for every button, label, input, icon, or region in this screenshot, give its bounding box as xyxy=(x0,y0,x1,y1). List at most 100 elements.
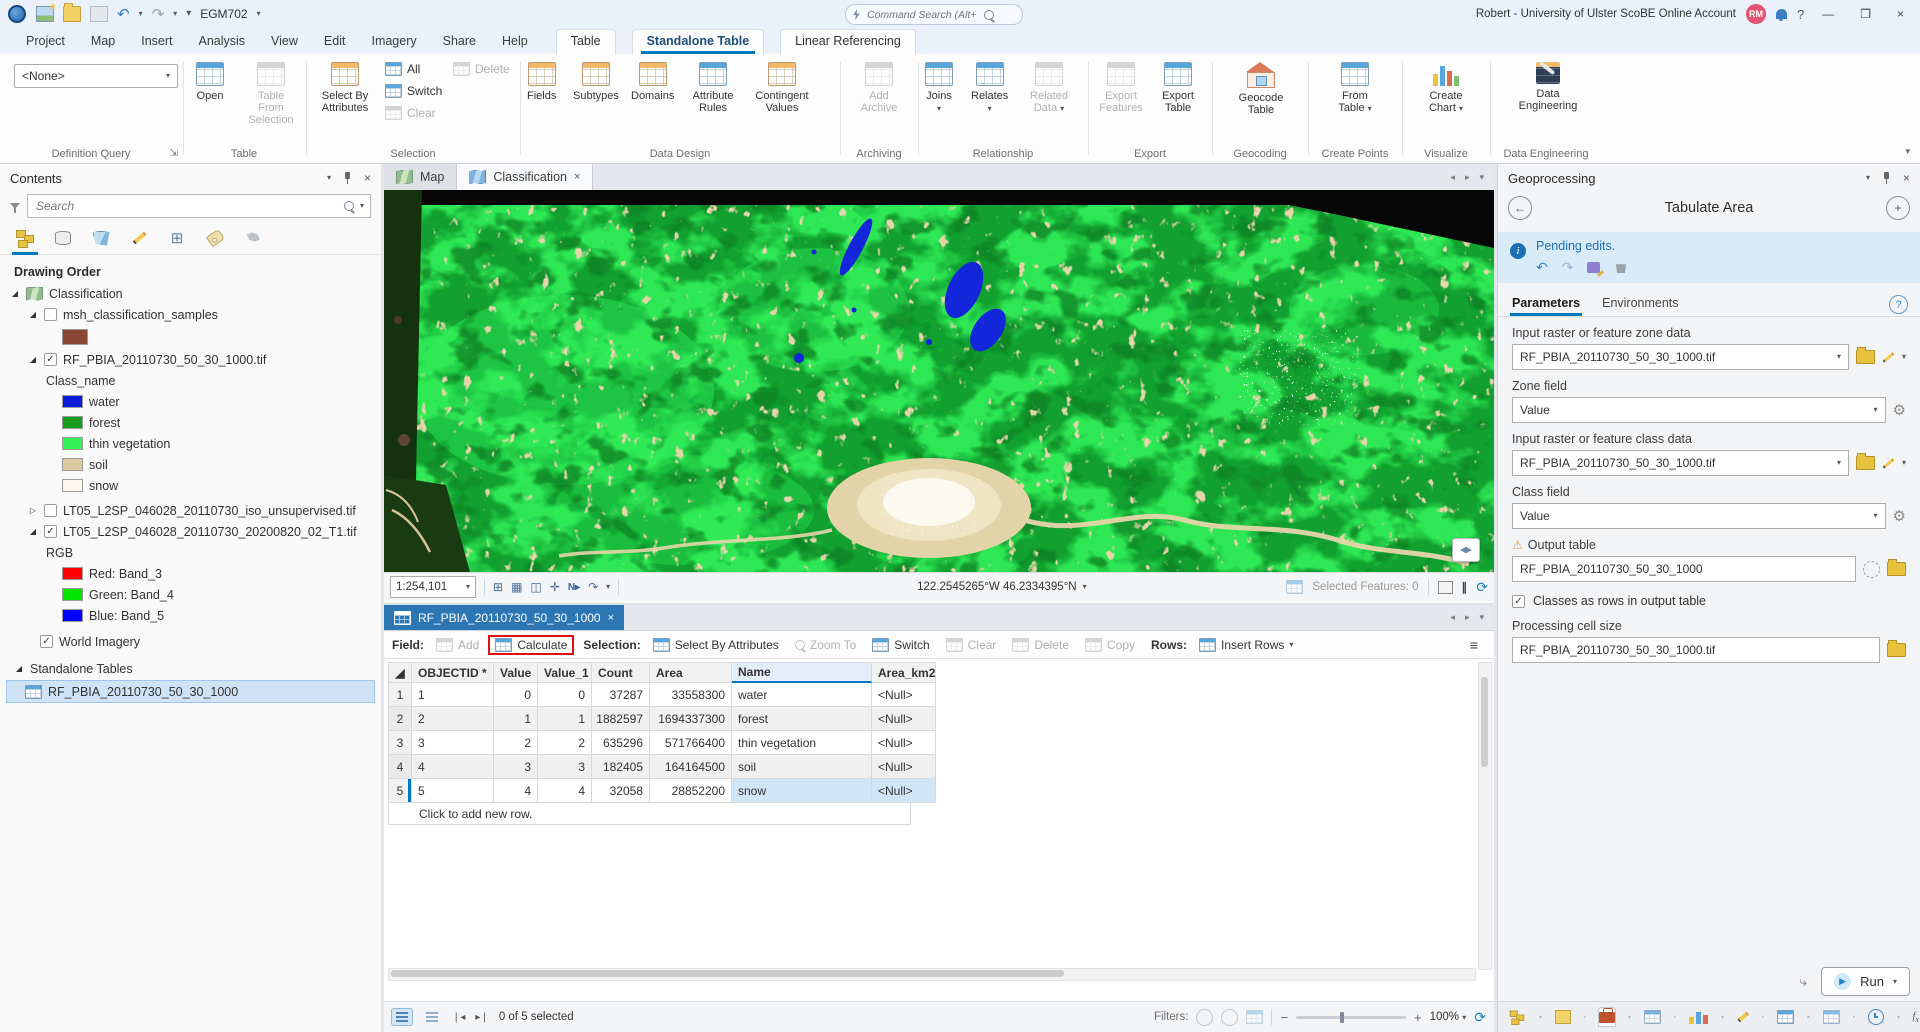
switch-selection-button[interactable]: Switch xyxy=(866,636,935,654)
extent-box-icon[interactable] xyxy=(1437,580,1453,594)
avatar[interactable]: RM xyxy=(1745,4,1766,24)
tab-analysis[interactable]: Analysis xyxy=(187,30,258,54)
contents-menu-icon[interactable]: ▾ xyxy=(327,174,331,182)
table-row[interactable]: 1 1 0 0 37287 33558300 water <Null> xyxy=(388,683,936,707)
export-table-button[interactable]: Export Table xyxy=(1151,60,1205,116)
fields-button[interactable]: Fields xyxy=(523,60,560,104)
scrollbar-thumb[interactable] xyxy=(1480,677,1488,767)
table-row-current[interactable]: 5 5 4 4 32058 28852200 snow <Null> xyxy=(388,779,936,803)
layer-checkbox[interactable]: ✓ xyxy=(44,353,57,366)
list-by-snapping-icon[interactable]: ⊞ xyxy=(166,228,188,248)
edit-vertices-dock-icon[interactable] xyxy=(1736,1008,1749,1026)
layer-checkbox[interactable]: ✓ xyxy=(44,525,57,538)
snap-options-chevron-icon[interactable]: ▾ xyxy=(606,583,610,591)
panel-menu-icon[interactable]: ▾ xyxy=(1866,174,1870,182)
back-icon[interactable]: ← xyxy=(1508,196,1532,220)
fx-dock-icon[interactable]: fx xyxy=(1913,1008,1919,1026)
list-by-drawing-order-icon[interactable] xyxy=(12,228,38,255)
edit-options-chevron-icon[interactable]: ▾ xyxy=(1902,459,1906,467)
legend-swatch[interactable] xyxy=(62,479,83,492)
column-header[interactable]: Area xyxy=(650,662,732,683)
browse-folder-icon[interactable] xyxy=(1887,640,1906,657)
customize-toolbar-icon[interactable]: ▾ xyxy=(186,9,191,19)
pause-drawing-icon[interactable]: ∥ xyxy=(1462,580,1468,594)
edit-pencil-icon[interactable] xyxy=(1882,351,1895,363)
class-data-combo[interactable]: RF_PBIA_20110730_50_30_1000.tif ▾ xyxy=(1512,450,1849,476)
table-menu-icon[interactable]: ≡ xyxy=(1470,637,1486,653)
band-red[interactable]: Red: Band_3 xyxy=(0,563,381,584)
output-table-input[interactable]: RF_PBIA_20110730_50_30_1000 xyxy=(1512,556,1856,582)
legend-item-water[interactable]: water xyxy=(0,391,381,412)
refresh-table-icon[interactable]: ⟳ xyxy=(1474,1009,1486,1026)
search-options-chevron-icon[interactable]: ▾ xyxy=(360,202,364,210)
run-options-chevron-icon[interactable]: ▾ xyxy=(1893,977,1897,986)
tab-scroll-right-icon[interactable]: ▸ xyxy=(1465,172,1470,183)
close-button[interactable]: × xyxy=(1889,7,1912,21)
collapsed-icon[interactable]: ▷ xyxy=(28,506,38,515)
subtypes-button[interactable]: Subtypes xyxy=(569,60,623,104)
legend-item-forest[interactable]: forest xyxy=(0,412,381,433)
undo-edits-icon[interactable]: ↶ xyxy=(1536,259,1548,276)
account-name[interactable]: Robert - University of Ulster ScoBE Onli… xyxy=(1476,8,1736,20)
zone-field-combo[interactable]: Value ▾ xyxy=(1512,397,1886,423)
table-row[interactable]: 3 3 2 2 635296 571766400 thin vegetation… xyxy=(388,731,936,755)
layer-map[interactable]: ◢ Classification xyxy=(0,283,381,304)
standalone-tables-group[interactable]: ◢ Standalone Tables xyxy=(0,658,381,679)
project-menu[interactable]: EGM702 xyxy=(200,7,247,21)
notes-dock-icon[interactable] xyxy=(1554,1008,1571,1026)
legend-swatch[interactable] xyxy=(62,458,83,471)
calculate-field-button[interactable]: Calculate xyxy=(488,634,575,655)
switch-selection-button[interactable]: Switch xyxy=(385,84,442,98)
tab-map[interactable]: Map xyxy=(79,30,127,54)
browse-folder-icon[interactable] xyxy=(1855,453,1875,470)
browse-folder-icon[interactable] xyxy=(1887,559,1906,576)
band-swatch[interactable] xyxy=(62,567,83,580)
geoprocessing-dock-icon[interactable] xyxy=(1598,1007,1616,1027)
layer-landsat[interactable]: ◢ ✓ LT05_L2SP_046028_20110730_20200820_0… xyxy=(0,521,381,542)
column-header[interactable]: OBJECTID * xyxy=(412,662,494,683)
zone-data-combo[interactable]: RF_PBIA_20110730_50_30_1000.tif ▾ xyxy=(1512,344,1849,370)
grid-icon[interactable]: ▦ xyxy=(511,580,522,594)
list-by-selection-icon[interactable] xyxy=(90,228,112,248)
contents-search-input[interactable] xyxy=(34,198,338,214)
band-blue[interactable]: Blue: Band_5 xyxy=(0,605,381,626)
help-icon[interactable]: ? xyxy=(1797,7,1804,22)
symbol-swatch[interactable] xyxy=(62,329,88,345)
pin-icon[interactable] xyxy=(343,171,352,185)
table-view-tab[interactable]: RF_PBIA_20110730_50_30_1000 × xyxy=(384,605,625,630)
tab-linear-referencing[interactable]: Linear Referencing xyxy=(781,30,915,54)
layer-world-imagery[interactable]: ✓ World Imagery xyxy=(0,631,381,652)
table-view-icon[interactable] xyxy=(391,1008,413,1026)
trace-icon[interactable]: ↷ xyxy=(588,580,598,594)
column-header-selected[interactable]: Name xyxy=(732,662,872,683)
tab-list-icon[interactable]: ▾ xyxy=(1479,172,1484,183)
new-extent-icon[interactable]: ⊞ xyxy=(493,580,503,594)
tab-view[interactable]: View xyxy=(259,30,310,54)
map-overlay-button[interactable] xyxy=(1452,538,1480,562)
select-by-attributes-button[interactable]: Select By Attributes xyxy=(647,636,785,654)
add-new-row[interactable]: Click to add new row. xyxy=(388,803,911,825)
attributes-view-icon[interactable] xyxy=(422,1009,442,1025)
slider-knob[interactable] xyxy=(1340,1011,1345,1023)
contents-close-icon[interactable]: × xyxy=(364,171,371,185)
tab-project[interactable]: Project xyxy=(14,30,77,54)
map-view-tab[interactable]: Map xyxy=(384,164,458,190)
table-row[interactable]: 4 4 3 3 182405 164164500 soil <Null> xyxy=(388,755,936,779)
tab-list-icon[interactable]: ▾ xyxy=(1479,612,1484,623)
command-search-input[interactable] xyxy=(865,7,979,22)
checkbox[interactable]: ✓ xyxy=(1512,594,1525,608)
class-field-combo[interactable]: Value ▾ xyxy=(1512,503,1886,529)
undo-dropdown-icon[interactable]: ▾ xyxy=(139,10,143,18)
open-table-button[interactable]: Open xyxy=(192,60,228,104)
vertical-scrollbar[interactable] xyxy=(1478,662,1492,970)
tab-help[interactable]: Help xyxy=(490,30,540,54)
column-header[interactable]: Value xyxy=(494,662,538,683)
list-by-imagery-icon[interactable] xyxy=(242,228,264,248)
scrollbar-thumb[interactable] xyxy=(391,970,1065,977)
tab-share[interactable]: Share xyxy=(431,30,488,54)
collapse-ribbon-icon[interactable]: ▾ xyxy=(1905,146,1910,157)
tab-imagery[interactable]: Imagery xyxy=(359,30,428,54)
go-to-last-icon[interactable]: ▸❘ xyxy=(475,1012,488,1023)
go-to-first-icon[interactable]: ❘◂ xyxy=(452,1012,465,1023)
layer-rf-raster[interactable]: ◢ ✓ RF_PBIA_20110730_50_30_1000.tif xyxy=(0,349,381,370)
